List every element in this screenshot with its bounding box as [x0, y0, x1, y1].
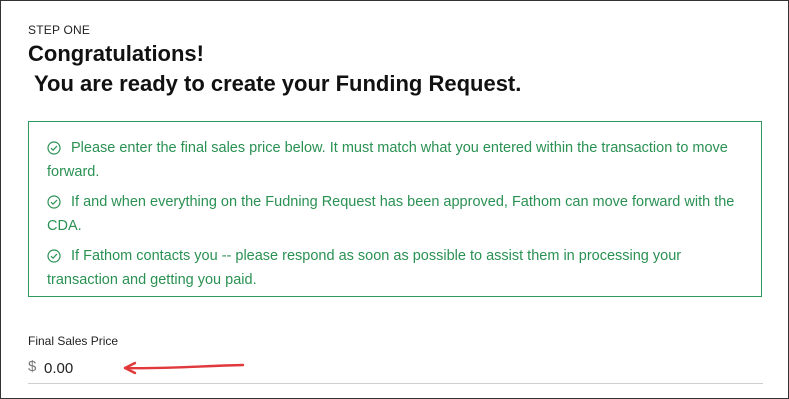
instruction-text: If Fathom contacts you -- please respond…	[47, 248, 682, 288]
page-title: Congratulations! You are ready to create…	[28, 39, 521, 99]
final-sales-price-label: Final Sales Price	[28, 334, 119, 348]
step-label: STEP ONE	[28, 23, 91, 37]
instruction-item: Please enter the final sales price below…	[47, 138, 753, 183]
headline-line-2: You are ready to create your Funding Req…	[34, 71, 522, 96]
instruction-text: If and when everything on the Fudning Re…	[47, 194, 735, 234]
funding-request-panel: STEP ONE Congratulations! You are ready …	[0, 0, 789, 399]
instruction-item: If and when everything on the Fudning Re…	[47, 192, 753, 237]
instructions-box: Please enter the final sales price below…	[28, 121, 762, 297]
instruction-item: If Fathom contacts you -- please respond…	[47, 246, 753, 291]
check-circle-icon	[47, 249, 61, 270]
check-circle-icon	[47, 195, 61, 216]
headline-line-1: Congratulations!	[28, 41, 204, 66]
currency-symbol: $	[28, 358, 37, 375]
instruction-text: Please enter the final sales price below…	[47, 140, 728, 180]
red-arrow-annotation-icon	[123, 361, 245, 375]
check-circle-icon	[47, 141, 61, 162]
